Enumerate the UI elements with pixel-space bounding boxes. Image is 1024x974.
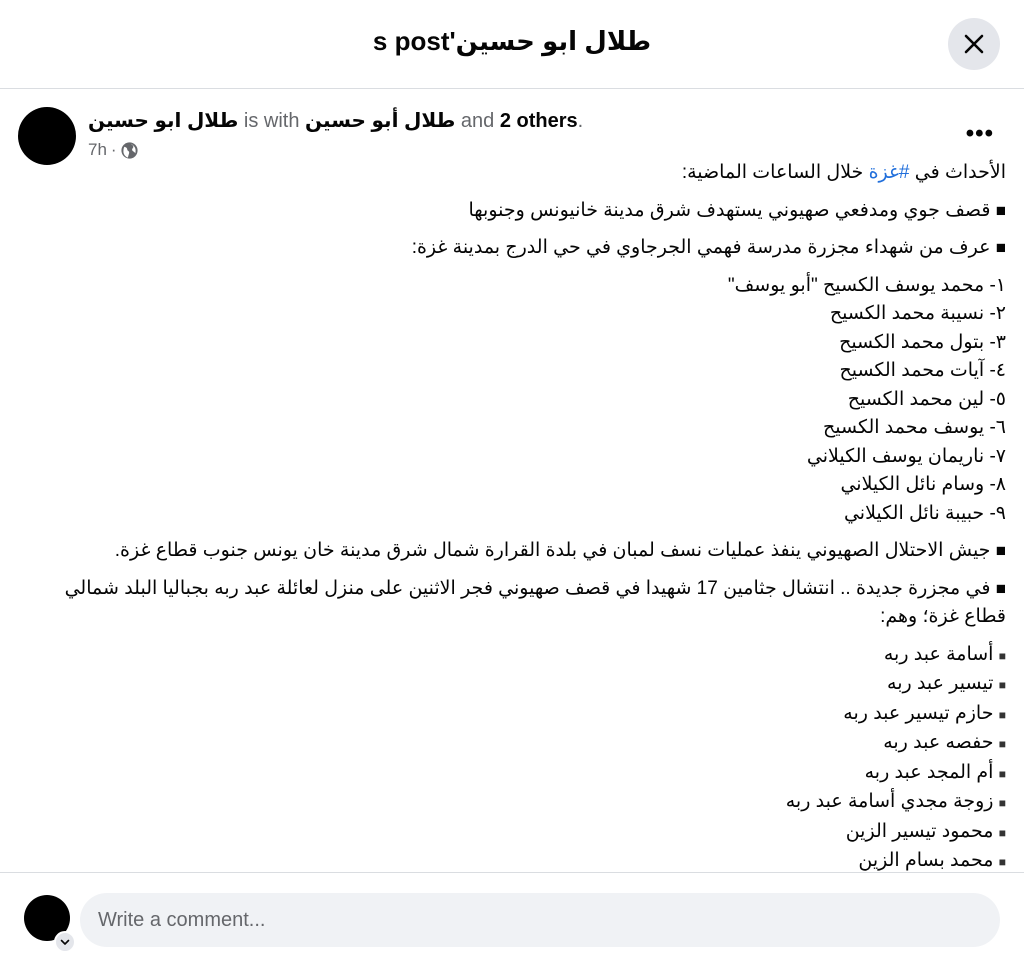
list-item: ٦- يوسف محمد الكسيح bbox=[823, 417, 1006, 438]
period: . bbox=[577, 110, 584, 132]
author-line: طلال ابو حسين is with طلال أبو حسين and … bbox=[88, 108, 583, 133]
list-item: أم المجد عبد ربه bbox=[864, 761, 994, 783]
list-item: محمود تيسير الزين bbox=[845, 820, 994, 842]
square-bullet-icon: ■ bbox=[995, 200, 1006, 220]
comment-input[interactable]: Write a comment... bbox=[80, 893, 1000, 947]
news-item: ■ في مجزرة جديدة .. انتشال جثامين 17 شهي… bbox=[64, 577, 1006, 628]
more-options-button[interactable]: ••• bbox=[966, 122, 994, 146]
square-bullet-icon: ■ bbox=[995, 541, 1006, 560]
list-item: محمد بسام الزين bbox=[858, 850, 994, 871]
list-item: ١- محمد يوسف الكسيح "أبو يوسف" bbox=[727, 274, 1006, 296]
dialog-title: طلال ابو حسين's post bbox=[372, 26, 652, 56]
list-item: ٣- بتول محمد الكسيح bbox=[839, 331, 1006, 353]
list-item: حازم تيسير عبد ربه bbox=[843, 702, 994, 724]
others-link[interactable]: 2 others bbox=[500, 110, 578, 132]
small-square-icon: ■ bbox=[998, 678, 1006, 692]
list-item: أسامة عبد ربه bbox=[883, 643, 994, 665]
small-square-icon: ■ bbox=[998, 648, 1006, 663]
chevron-down-icon bbox=[60, 939, 70, 945]
list-item: ٨- وسام نائل الكيلاني bbox=[840, 474, 1006, 495]
small-square-icon: ■ bbox=[998, 707, 1006, 722]
small-square-icon: ■ bbox=[998, 766, 1006, 781]
news-item: ■ جيش الاحتلال الصهيوني ينفذ عمليات نسف … bbox=[114, 540, 1006, 561]
list-item: ٧- ناريمان يوسف الكيلاني bbox=[806, 445, 1006, 467]
list-item: زوجة مجدي أسامة عبد ربه bbox=[785, 791, 994, 812]
intro-paragraph: الأحداث في #غزة خلال الساعات الماضية: bbox=[681, 162, 1006, 183]
tagged-person[interactable]: طلال أبو حسين bbox=[305, 110, 455, 132]
author-name[interactable]: طلال ابو حسين bbox=[88, 110, 238, 132]
list-item: ٢- نسيبة محمد الكسيح bbox=[829, 303, 1006, 324]
square-bullet-icon: ■ bbox=[995, 578, 1006, 598]
meta-separator: · bbox=[110, 140, 117, 159]
post-time[interactable]: 7h bbox=[88, 140, 107, 160]
close-button[interactable] bbox=[948, 18, 1000, 70]
news-item: ■ قصف جوي ومدفعي صهيوني يستهدف شرق مدينة… bbox=[468, 199, 1006, 221]
and-text: and bbox=[460, 110, 495, 132]
martyrs-list: ١- محمد يوسف الكسيح "أبو يوسف" ٢- نسيبة … bbox=[40, 272, 1006, 529]
comment-bar: Write a comment... bbox=[0, 872, 1024, 974]
post-body: الأحداث في #غزة خلال الساعات الماضية: ■ … bbox=[40, 159, 1006, 872]
list-item: ٤- آيات محمد الكسيح bbox=[839, 360, 1006, 381]
profile-switch-button[interactable] bbox=[54, 931, 76, 953]
list-item: تيسير عبد ربه bbox=[887, 673, 994, 694]
small-square-icon: ■ bbox=[998, 855, 1006, 869]
dialog-header: طلال ابو حسين's post bbox=[0, 0, 1024, 89]
small-square-icon: ■ bbox=[998, 737, 1006, 751]
author-avatar[interactable] bbox=[18, 107, 76, 165]
martyrs-list: ■ أسامة عبد ربه ■ تيسير عبد ربه ■ حازم ت… bbox=[40, 641, 1006, 873]
small-square-icon: ■ bbox=[998, 796, 1006, 810]
hashtag-link[interactable]: #غزة bbox=[869, 162, 910, 183]
list-item: ٩- حبيبة نائل الكيلاني bbox=[843, 502, 1006, 524]
news-item: ■ عرف من شهداء مجزرة مدرسة فهمي الجرجاوي… bbox=[411, 237, 1006, 258]
list-item: ٥- لين محمد الكسيح bbox=[847, 388, 1006, 410]
post-content: طلال ابو حسين is with طلال أبو حسين and … bbox=[0, 89, 1024, 872]
is-with-text: is with bbox=[243, 110, 300, 132]
close-icon bbox=[964, 34, 984, 54]
square-bullet-icon: ■ bbox=[995, 238, 1006, 257]
globe-icon[interactable] bbox=[121, 141, 138, 159]
post-meta: 7h · bbox=[88, 140, 138, 160]
small-square-icon: ■ bbox=[998, 825, 1006, 840]
list-item: حفصه عبد ربه bbox=[883, 732, 994, 753]
